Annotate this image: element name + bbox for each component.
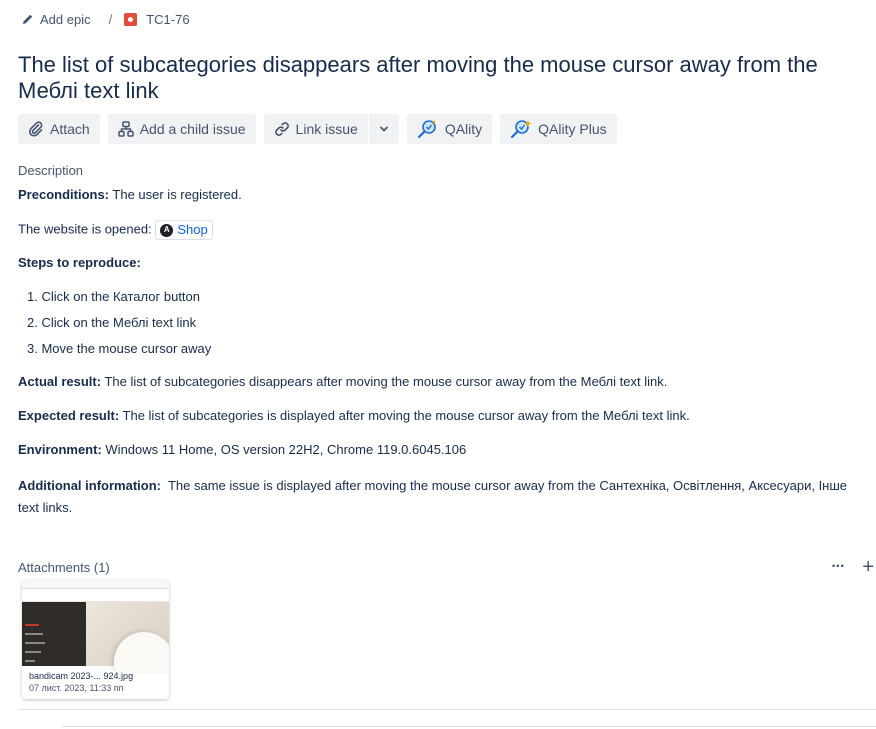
preconditions-text: The user is registered. <box>109 187 242 202</box>
plus-icon[interactable]: + <box>862 557 874 577</box>
angular-icon: A <box>160 223 174 237</box>
attachment-meta: bandicam 2023-... 924.jpg 07 лист. 2023,… <box>29 670 133 694</box>
website-text: The website is opened: <box>18 221 156 237</box>
expected-result-paragraph: Expected result: The list of subcategori… <box>18 407 868 425</box>
attach-label: Attach <box>50 121 90 137</box>
expected-result-text: The list of subcategories is displayed a… <box>119 408 690 423</box>
environment-paragraph: Environment: Windows 11 Home, OS version… <box>18 441 868 459</box>
add-epic-label: Add epic <box>40 11 91 27</box>
qality-plus-button[interactable]: QAlity Plus <box>500 114 617 144</box>
preconditions-label: Preconditions: <box>18 187 110 202</box>
qality-label: QAlity <box>444 121 483 137</box>
description-section[interactable]: Description Preconditions: The user is r… <box>18 163 868 519</box>
qality-button[interactable]: QAlity <box>406 114 493 144</box>
breadcrumb: Add epic / TC1-76 <box>22 10 190 28</box>
attachments-actions: ··· + <box>831 557 874 577</box>
actual-result-text: The list of subcategories disappears aft… <box>101 374 668 389</box>
issue-title[interactable]: The list of subcategories disappears aft… <box>18 52 858 104</box>
preconditions-paragraph: Preconditions: The user is registered. <box>18 186 868 204</box>
environment-label: Environment: <box>18 442 102 457</box>
chevron-down-icon <box>379 126 388 132</box>
additional-info-paragraph: Additional information: The same issue i… <box>18 475 868 519</box>
issue-key: TC1-76 <box>146 11 190 27</box>
add-child-label: Add a child issue <box>139 121 246 137</box>
pencil-icon <box>23 14 33 24</box>
expected-result-label: Expected result: <box>18 408 120 423</box>
paperclip-icon <box>28 121 43 137</box>
link-issue-split-button: Link issue <box>263 114 399 144</box>
issue-key-link[interactable]: TC1-76 <box>124 11 190 27</box>
attachment-filename: bandicam 2023-... 924.jpg <box>29 671 134 681</box>
attachment-thumbnail <box>22 580 169 672</box>
qality-plus-icon <box>511 120 532 139</box>
description-label: Description <box>18 163 84 178</box>
link-issue-label: Link issue <box>295 121 358 137</box>
child-issue-icon <box>117 121 134 137</box>
list-item: 1. Click on the Каталог button <box>27 289 200 304</box>
environment-text: Windows 11 Home, OS version 22H2, Chrome… <box>101 442 467 457</box>
attachments-header: Attachments (1) ··· + <box>18 557 876 577</box>
actual-result-label: Actual result: <box>18 374 102 389</box>
website-paragraph: The website is opened: A Shop <box>18 220 868 240</box>
shop-link-label: Shop <box>177 222 208 237</box>
issue-toolbar: Attach Add a child issue Link issue QAli… <box>18 114 617 144</box>
steps-heading: Steps to reproduce: <box>18 255 141 270</box>
steps-list: 1. Click on the Каталог button 2. Click … <box>18 288 868 366</box>
attach-button[interactable]: Attach <box>18 114 100 144</box>
attachment-card[interactable]: bandicam 2023-... 924.jpg 07 лист. 2023,… <box>22 580 169 699</box>
bug-icon <box>124 12 138 26</box>
qality-plus-label: QAlity Plus <box>538 121 607 137</box>
add-epic-link[interactable]: Add epic <box>22 12 91 27</box>
breadcrumb-separator: / <box>108 11 113 27</box>
activity-divider <box>62 726 876 727</box>
shop-smart-link[interactable]: A Shop <box>155 220 213 240</box>
additional-info-label: Additional information: <box>18 478 161 493</box>
section-divider <box>18 709 876 710</box>
link-issue-button[interactable]: Link issue <box>263 114 368 144</box>
list-item: 3. Move the mouse cursor away <box>27 341 212 356</box>
attachments-title: Attachments (1) <box>18 559 110 575</box>
more-icon[interactable]: ··· <box>831 558 845 576</box>
qality-icon <box>417 120 436 139</box>
attachment-date: 07 лист. 2023, 11:33 пп <box>29 683 124 693</box>
actual-result-paragraph: Actual result: The list of subcategories… <box>18 373 868 391</box>
link-issue-dropdown[interactable] <box>368 114 399 144</box>
list-item: 2. Click on the Меблі text link <box>27 315 197 330</box>
link-icon <box>274 122 289 136</box>
add-child-issue-button[interactable]: Add a child issue <box>107 114 256 144</box>
